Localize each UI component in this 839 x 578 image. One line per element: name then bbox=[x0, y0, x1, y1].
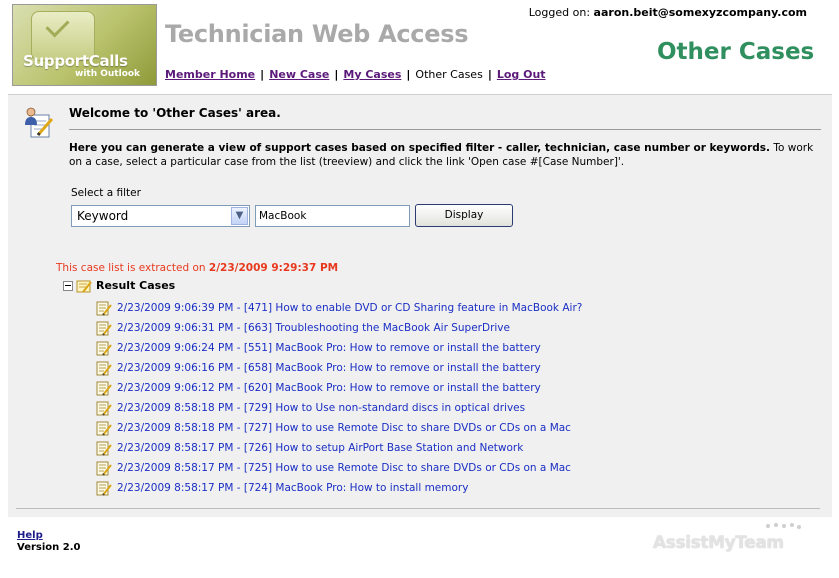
nav-separator: | bbox=[406, 68, 411, 81]
nav-separator: | bbox=[487, 68, 492, 81]
case-link[interactable]: 2/23/2009 8:58:18 PM - [727] How to use … bbox=[117, 422, 571, 434]
keyword-input[interactable]: MacBook bbox=[255, 205, 410, 227]
case-item[interactable]: 2/23/2009 9:06:12 PM - [620] MacBook Pro… bbox=[96, 378, 582, 398]
logo-text-sub: with Outlook bbox=[75, 69, 141, 79]
tree-root: Result Cases bbox=[63, 279, 175, 293]
folder-note-icon bbox=[76, 280, 92, 293]
case-item[interactable]: 2/23/2009 9:06:31 PM - [663] Troubleshoo… bbox=[96, 318, 582, 338]
user-edit-icon bbox=[25, 107, 54, 138]
logged-on-user: aaron.beit@somexyzcompany.com bbox=[593, 6, 807, 19]
case-item[interactable]: 2/23/2009 9:06:16 PM - [658] MacBook Pro… bbox=[96, 358, 582, 378]
case-link[interactable]: 2/23/2009 8:58:17 PM - [725] How to use … bbox=[117, 462, 571, 474]
case-list: 2/23/2009 9:06:39 PM - [471] How to enab… bbox=[96, 298, 582, 498]
case-link[interactable]: 2/23/2009 9:06:24 PM - [551] MacBook Pro… bbox=[117, 342, 541, 354]
nav-new-case[interactable]: New Case bbox=[269, 68, 329, 81]
note-pencil-icon bbox=[96, 441, 112, 456]
case-link[interactable]: 2/23/2009 9:06:16 PM - [658] MacBook Pro… bbox=[117, 362, 541, 374]
extract-note: This case list is extracted on 2/23/2009… bbox=[56, 262, 338, 274]
logged-on-info: Logged on: aaron.beit@somexyzcompany.com bbox=[529, 6, 807, 19]
case-link[interactable]: 2/23/2009 9:06:31 PM - [663] Troubleshoo… bbox=[117, 322, 510, 334]
welcome-description: Here you can generate a view of support … bbox=[69, 141, 829, 169]
note-pencil-icon bbox=[96, 361, 112, 376]
page-heading: Other Cases bbox=[657, 39, 815, 65]
case-item[interactable]: 2/23/2009 8:58:17 PM - [724] MacBook Pro… bbox=[96, 478, 582, 498]
logo-text-main: SupportCalls bbox=[23, 52, 128, 70]
case-link[interactable]: 2/23/2009 9:06:12 PM - [620] MacBook Pro… bbox=[117, 382, 541, 394]
note-pencil-icon bbox=[96, 301, 112, 316]
app-title: Technician Web Access bbox=[165, 20, 469, 48]
note-pencil-icon bbox=[96, 461, 112, 476]
logged-on-label: Logged on: bbox=[528, 6, 591, 19]
welcome-title: Welcome to 'Other Cases' area. bbox=[69, 106, 281, 120]
note-pencil-icon bbox=[96, 481, 112, 496]
note-pencil-icon bbox=[96, 321, 112, 336]
collapse-icon[interactable] bbox=[63, 281, 73, 291]
note-pencil-icon bbox=[96, 401, 112, 416]
case-link[interactable]: 2/23/2009 8:58:18 PM - [729] How to Use … bbox=[117, 402, 525, 414]
nav-log-out[interactable]: Log Out bbox=[497, 68, 546, 81]
version-label: Version 2.0 bbox=[17, 542, 81, 553]
case-item[interactable]: 2/23/2009 9:06:39 PM - [471] How to enab… bbox=[96, 298, 582, 318]
description-bold: Here you can generate a view of support … bbox=[69, 142, 771, 154]
note-pencil-icon bbox=[96, 421, 112, 436]
case-item[interactable]: 2/23/2009 8:58:17 PM - [726] How to setu… bbox=[96, 438, 582, 458]
case-link[interactable]: 2/23/2009 8:58:17 PM - [724] MacBook Pro… bbox=[117, 482, 468, 494]
nav-member-home[interactable]: Member Home bbox=[165, 68, 255, 81]
nav-separator: | bbox=[334, 68, 339, 81]
extract-label: This case list is extracted on bbox=[56, 262, 206, 274]
case-item[interactable]: 2/23/2009 8:58:17 PM - [725] How to use … bbox=[96, 458, 582, 478]
filter-select[interactable]: Keyword ▼ bbox=[71, 205, 250, 227]
chevron-down-icon[interactable]: ▼ bbox=[231, 207, 248, 225]
nav-my-cases[interactable]: My Cases bbox=[343, 68, 401, 81]
supportcalls-logo: SupportCalls with Outlook bbox=[12, 4, 157, 86]
assistmyteam-logo: AssistMyTeam bbox=[653, 533, 784, 553]
case-item[interactable]: 2/23/2009 8:58:18 PM - [727] How to use … bbox=[96, 418, 582, 438]
case-item[interactable]: 2/23/2009 9:06:24 PM - [551] MacBook Pro… bbox=[96, 338, 582, 358]
nav-other-cases-current: Other Cases bbox=[415, 68, 483, 81]
tree-root-label: Result Cases bbox=[96, 279, 176, 292]
note-pencil-icon bbox=[96, 341, 112, 356]
case-item[interactable]: 2/23/2009 8:58:18 PM - [729] How to Use … bbox=[96, 398, 582, 418]
case-link[interactable]: 2/23/2009 8:58:17 PM - [726] How to setu… bbox=[117, 442, 523, 454]
filter-select-value: Keyword bbox=[77, 209, 129, 223]
nav-separator: | bbox=[260, 68, 265, 81]
welcome-divider bbox=[69, 129, 821, 130]
footer-divider bbox=[16, 508, 820, 509]
filter-label: Select a filter bbox=[71, 187, 141, 199]
note-pencil-icon bbox=[96, 381, 112, 396]
case-link[interactable]: 2/23/2009 9:06:39 PM - [471] How to enab… bbox=[117, 302, 582, 314]
top-nav: Member Home | New Case | My Cases | Other Case… bbox=[165, 68, 546, 81]
content-panel: Welcome to 'Other Cases' area. Here you … bbox=[8, 94, 832, 517]
extract-timestamp: 2/23/2009 9:29:37 PM bbox=[208, 262, 339, 274]
help-link[interactable]: Help bbox=[17, 530, 43, 541]
display-button[interactable]: Display bbox=[415, 204, 513, 227]
